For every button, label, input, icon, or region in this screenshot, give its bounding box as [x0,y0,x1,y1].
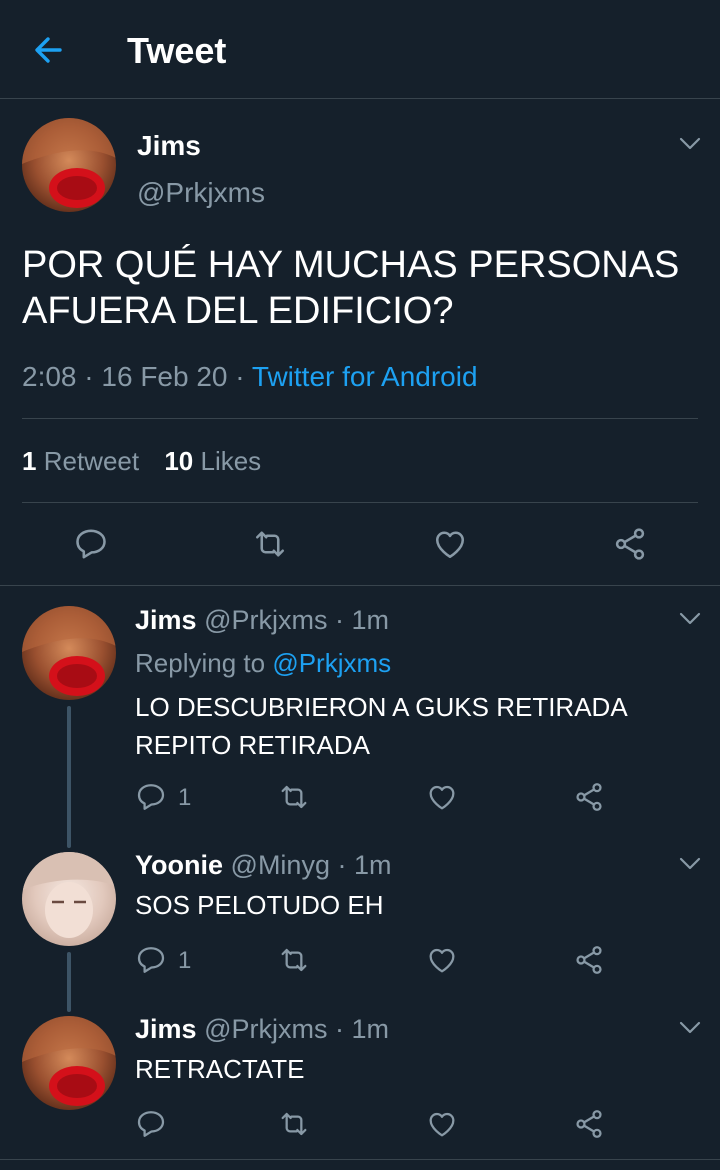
retweets-count: 1 [22,446,37,476]
reply-author-name[interactable]: Jims [135,605,197,635]
reply-author-handle[interactable]: @Prkjxms [204,1014,327,1044]
retweet-icon[interactable] [278,781,310,813]
reply-icon[interactable] [73,526,109,562]
reply-count: 1 [178,947,192,974]
avatar[interactable] [22,1016,116,1110]
page-title: Tweet [127,30,227,71]
reply-text: RETRACTATE [135,1054,305,1084]
tweet-meta: 2:08 · 16 Feb 20 · Twitter for Android [22,361,478,393]
separator: · [327,605,352,635]
reply-text: LO DESCUBRIERON A GUKS RETIRADA REPITO R… [135,688,628,764]
reply-text-line: REPITO RETIRADA [135,730,371,760]
tweet-stats: 1 Retweet 10 Likes [22,446,261,477]
divider [0,1159,720,1160]
replying-to: Replying to @Prkjxms [135,648,391,679]
reply-text: SOS PELOTUDO EH [135,890,384,920]
reply-icon[interactable] [135,944,167,976]
share-icon[interactable] [573,944,605,976]
like-icon[interactable] [432,526,468,562]
reply-author-handle[interactable]: @Prkjxms [204,605,327,635]
reply-header: Jims @Prkjxms · 1m [135,605,389,636]
tweet-text-line: AFUERA DEL EDIFICIO? [22,290,454,332]
reply-time: 1m [351,1014,389,1044]
tweet-text: POR QUÉ HAY MUCHAS PERSONAS AFUERA DEL E… [22,242,679,334]
avatar[interactable] [22,852,116,946]
author-handle[interactable]: @Prkjxms [137,177,265,209]
retweets-label: Retweet [43,446,140,476]
back-arrow-icon[interactable] [30,32,70,68]
reply-author-handle[interactable]: @Minyg [231,850,330,880]
reply-text-line: LO DESCUBRIERON A GUKS RETIRADA [135,692,628,722]
divider [22,418,698,419]
retweet-icon[interactable] [252,526,288,562]
retweets-stat[interactable]: 1 Retweet [22,446,139,476]
chevron-down-icon[interactable] [679,857,701,871]
chevron-down-icon[interactable] [679,137,701,151]
tweet-text-line: POR QUÉ HAY MUCHAS PERSONAS [22,244,680,286]
share-icon[interactable] [573,781,605,813]
chevron-down-icon[interactable] [679,612,701,626]
reply-icon[interactable] [135,781,167,813]
thread-line [67,706,71,848]
reply-author-name[interactable]: Yoonie [135,850,223,880]
separator: · [76,361,102,392]
reply-header: Jims @Prkjxms · 1m [135,1014,389,1045]
replying-to-label: Replying to [135,648,266,678]
share-icon[interactable] [612,526,648,562]
retweet-icon[interactable] [278,1108,310,1140]
reply-time: 1m [353,850,392,880]
top-app-bar: Tweet [0,0,720,99]
like-icon[interactable] [426,1108,458,1140]
author-name[interactable]: Jims [137,130,201,162]
chevron-down-icon[interactable] [679,1021,701,1035]
separator: · [327,1014,352,1044]
separator: · [329,850,354,880]
likes-stat[interactable]: 10 Likes [164,446,261,476]
replying-to-link[interactable]: @Prkjxms [272,648,391,678]
avatar[interactable] [22,118,116,212]
likes-count: 10 [164,446,194,476]
like-icon[interactable] [426,944,458,976]
reply-author-name[interactable]: Jims [135,1014,197,1044]
reply-header: Yoonie @Minyg · 1m [135,850,391,881]
avatar[interactable] [22,606,116,700]
tweet-time: 2:08 [22,361,77,392]
tweet-date: 16 Feb 20 [101,361,228,392]
divider [0,585,720,586]
separator: · [227,361,252,392]
reply-icon[interactable] [135,1108,167,1140]
thread-line [67,952,71,1012]
divider [22,502,698,503]
tweet-source-link[interactable]: Twitter for Android [252,361,478,392]
reply-count: 1 [178,784,192,811]
reply-time: 1m [351,605,389,635]
retweet-icon[interactable] [278,944,310,976]
likes-label: Likes [200,446,262,476]
like-icon[interactable] [426,781,458,813]
share-icon[interactable] [573,1108,605,1140]
